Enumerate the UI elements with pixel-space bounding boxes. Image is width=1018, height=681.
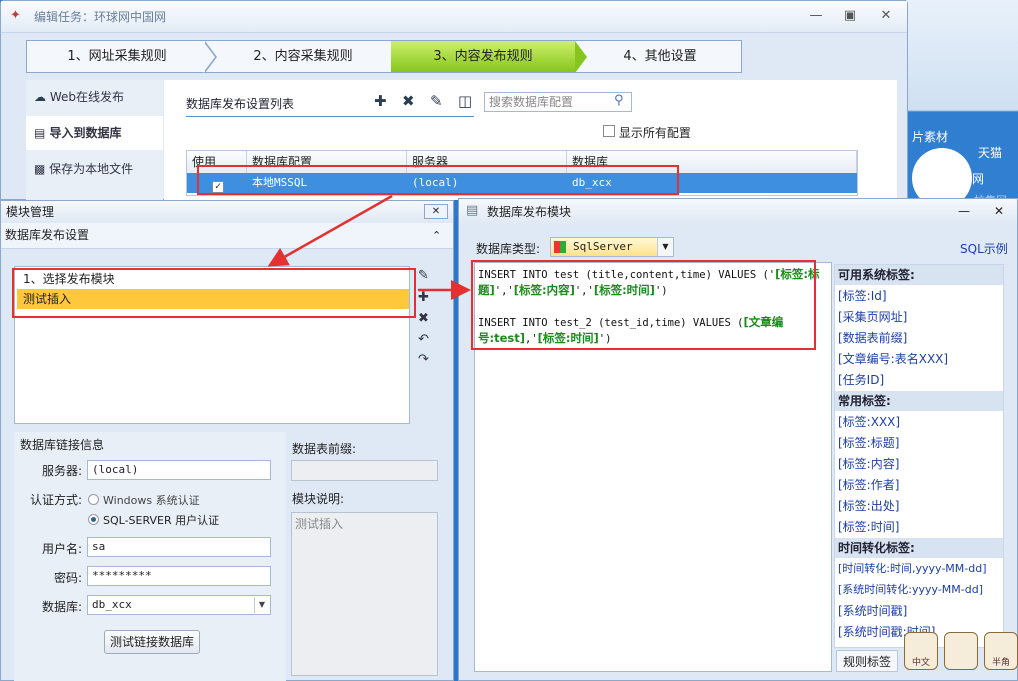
annotation-arrows: [267, 194, 471, 300]
arrow-config-to-module: [267, 194, 393, 267]
